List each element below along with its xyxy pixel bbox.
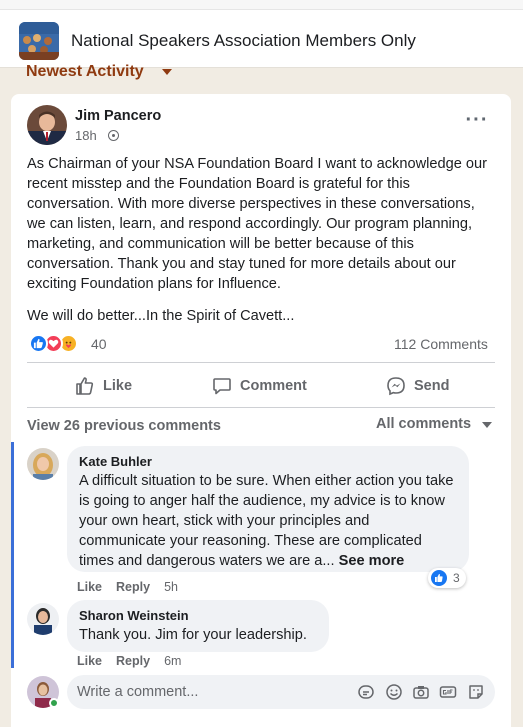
comment-like-link[interactable]: Like xyxy=(77,580,102,594)
online-status-indicator xyxy=(49,698,59,708)
messenger-icon xyxy=(387,377,405,396)
post-author-name[interactable]: Jim Pancero xyxy=(75,108,161,124)
sort-dropdown-label[interactable]: Newest Activity xyxy=(26,63,144,81)
comment-author[interactable]: Kate Buhler xyxy=(79,454,457,469)
comment-like-link[interactable]: Like xyxy=(77,654,102,668)
group-thumbnail[interactable] xyxy=(19,22,59,60)
reaction-count[interactable]: 40 xyxy=(91,336,107,352)
comment-label: Comment xyxy=(240,378,307,394)
more-options-button[interactable]: ··· xyxy=(462,110,492,135)
gif-icon[interactable] xyxy=(439,683,457,701)
comment-filter-dropdown[interactable]: All comments xyxy=(376,416,471,432)
camera-icon[interactable] xyxy=(412,683,430,701)
window-edge xyxy=(0,0,523,10)
comment-actions: Like Reply 6m xyxy=(77,654,195,668)
like-reaction-icon xyxy=(431,570,447,586)
chevron-down-icon[interactable] xyxy=(482,422,492,428)
commenter-avatar[interactable] xyxy=(27,448,59,480)
comment-text: A difficult situation to be sure. When e… xyxy=(79,471,457,571)
comment-timestamp[interactable]: 5h xyxy=(164,580,178,594)
chevron-down-icon[interactable] xyxy=(162,69,172,75)
post-paragraph: We will do better...In the Spirit of Cav… xyxy=(27,308,295,324)
comment-text: Thank you. Jim for your leadership. xyxy=(79,627,307,643)
comment-thread-indicator xyxy=(11,442,14,668)
comment-actions: Like Reply 5h xyxy=(77,580,192,594)
comment-reply-link[interactable]: Reply xyxy=(116,580,150,594)
like-reaction-icon xyxy=(29,334,48,353)
see-more-link[interactable]: See more xyxy=(339,553,405,569)
comment-timestamp[interactable]: 6m xyxy=(164,654,181,668)
post-paragraph: As Chairman of your NSA Foundation Board… xyxy=(27,156,487,292)
divider xyxy=(27,362,495,363)
comment-count[interactable]: 112 Comments xyxy=(394,336,488,352)
commenter-avatar[interactable] xyxy=(27,603,59,635)
avatar-sticker-icon[interactable] xyxy=(467,683,485,701)
reaction-summary[interactable] xyxy=(29,334,85,354)
post-timestamp[interactable]: 18h xyxy=(75,128,97,143)
comment-bubble: Kate Buhler A difficult situation to be … xyxy=(67,446,469,572)
comment-reply-link[interactable]: Reply xyxy=(116,654,150,668)
emoji-icon[interactable] xyxy=(385,683,403,701)
send-button[interactable]: Send xyxy=(386,374,449,398)
comment-reaction-badge[interactable]: 3 xyxy=(428,568,466,588)
comment-composer xyxy=(67,675,495,709)
like-label: Like xyxy=(103,378,133,394)
group-header: National Speakers Association Members On… xyxy=(0,0,523,68)
comment-author[interactable]: Sharon Weinstein xyxy=(79,608,317,623)
comment-bubble-icon xyxy=(213,378,231,395)
sticker-icon[interactable] xyxy=(357,683,375,701)
divider xyxy=(27,407,495,408)
like-button[interactable]: Like xyxy=(75,374,132,398)
group-name[interactable]: National Speakers Association Members On… xyxy=(71,31,416,51)
author-avatar[interactable] xyxy=(27,105,67,145)
send-label: Send xyxy=(414,378,450,394)
comment-reaction-count: 3 xyxy=(453,571,460,585)
view-previous-comments-link[interactable]: View 26 previous comments xyxy=(27,418,221,434)
comment-bubble: Sharon Weinstein Thank you. Jim for your… xyxy=(67,600,329,652)
comment-button[interactable]: Comment xyxy=(212,374,307,398)
globe-icon xyxy=(108,130,119,141)
post-body: As Chairman of your NSA Foundation Board… xyxy=(27,154,497,338)
thumbs-up-icon xyxy=(76,377,94,395)
comment-input[interactable] xyxy=(77,682,347,702)
